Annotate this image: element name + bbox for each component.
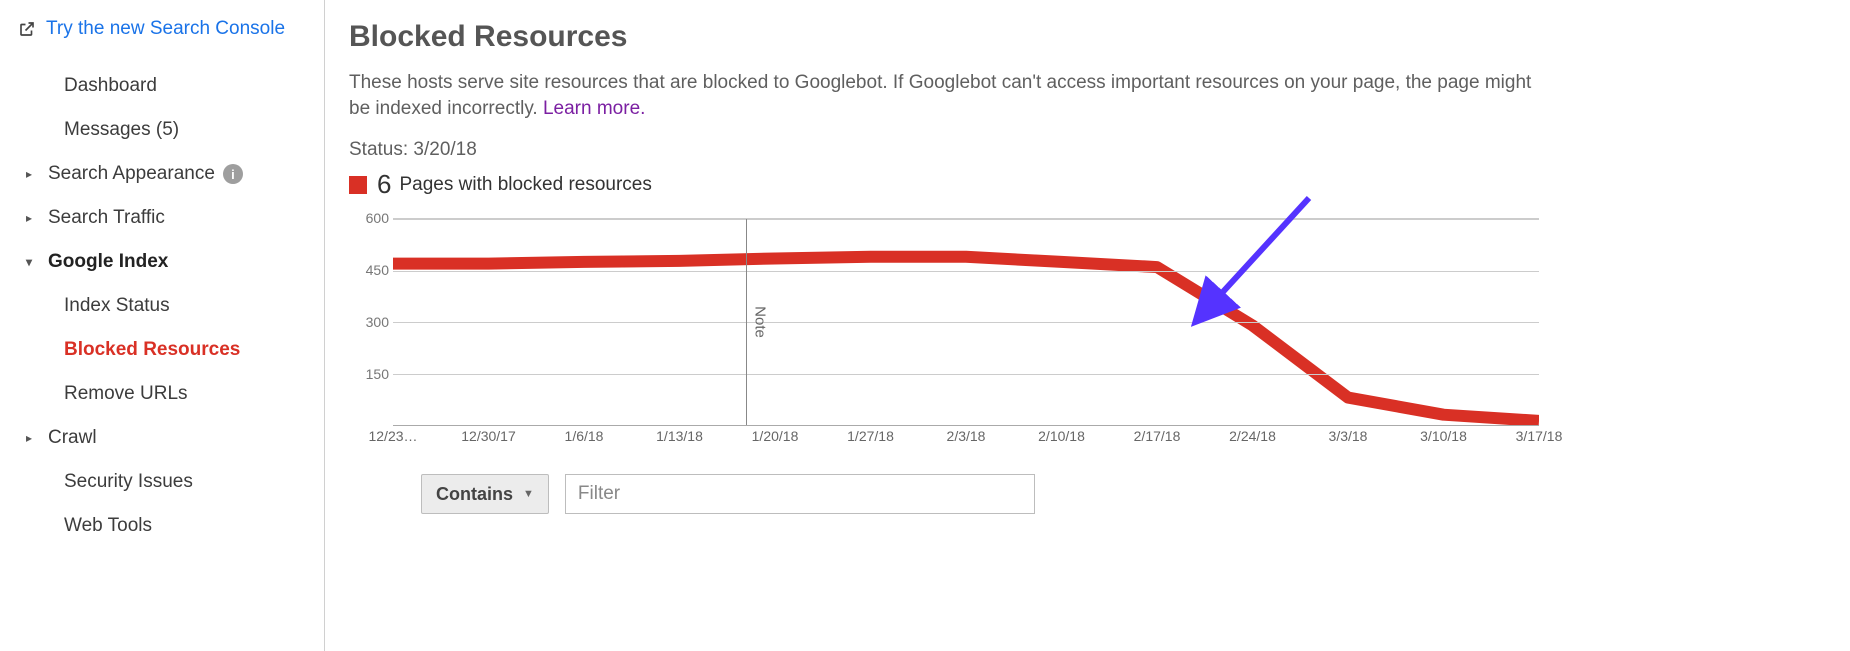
sidebar-item-security-issues[interactable]: Security Issues (18, 460, 324, 504)
caret-icon: ▸ (26, 431, 40, 445)
x-axis-labels: 12/23…12/30/171/6/181/13/181/20/181/27/1… (393, 428, 1539, 450)
sidebar-item-label: Web Tools (64, 515, 152, 537)
sidebar-item-index-status[interactable]: Index Status (18, 284, 324, 328)
page-description-text: These hosts serve site resources that ar… (349, 72, 1531, 119)
sidebar-item-label: Remove URLs (64, 383, 188, 405)
page-title: Blocked Resources (349, 20, 1826, 54)
x-axis-tick: 2/10/18 (1038, 428, 1085, 444)
chart-gridline (393, 322, 1539, 323)
chart-legend: 6 Pages with blocked resources (349, 169, 1826, 200)
info-icon: i (223, 164, 243, 184)
sidebar-item-messages-5[interactable]: Messages (5) (18, 108, 324, 152)
x-axis-tick: 3/17/18 (1516, 428, 1563, 444)
chart-annotation-label: Note (751, 306, 768, 338)
chart-gridline (393, 271, 1539, 272)
x-axis-tick: 2/3/18 (947, 428, 986, 444)
sidebar: Try the new Search Console Dashboard Mess… (0, 0, 325, 651)
learn-more-link[interactable]: Learn more. (543, 98, 645, 119)
chart-annotation-line: Note (746, 219, 747, 425)
x-axis-tick: 1/6/18 (565, 428, 604, 444)
annotation-arrow-icon (1169, 188, 1329, 348)
chart-gridline (393, 374, 1539, 375)
sidebar-item-label: Dashboard (64, 75, 157, 97)
caret-icon: ▸ (26, 211, 40, 225)
sidebar-item-label: Messages (5) (64, 119, 179, 141)
external-link-icon (18, 20, 36, 38)
chart-plot-area: Note (393, 218, 1539, 426)
sidebar-item-google-index[interactable]: ▾ Google Index (18, 240, 324, 284)
sidebar-item-label: Blocked Resources (64, 339, 240, 361)
legend-label: Pages with blocked resources (399, 174, 651, 196)
x-axis-tick: 1/27/18 (847, 428, 894, 444)
x-axis-tick: 2/17/18 (1134, 428, 1181, 444)
sidebar-item-label: Crawl (48, 427, 97, 449)
sidebar-item-remove-urls[interactable]: Remove URLs (18, 372, 324, 416)
caret-icon: ▸ (26, 167, 40, 181)
sidebar-item-blocked-resources[interactable]: Blocked Resources (18, 328, 324, 372)
x-axis-tick: 1/13/18 (656, 428, 703, 444)
x-axis-tick: 3/10/18 (1420, 428, 1467, 444)
x-axis-tick: 12/30/17 (461, 428, 516, 444)
x-axis-tick: 2/24/18 (1229, 428, 1276, 444)
y-axis-tick: 150 (366, 366, 389, 382)
sidebar-item-web-tools[interactable]: Web Tools (18, 504, 324, 548)
main-content: Blocked Resources These hosts serve site… (325, 0, 1850, 651)
sidebar-item-label: Google Index (48, 251, 168, 273)
y-axis-tick: 300 (366, 314, 389, 330)
caret-icon: ▾ (26, 255, 40, 269)
legend-swatch (349, 176, 367, 194)
sidebar-item-search-appearance[interactable]: ▸ Search Appearance i (18, 152, 324, 196)
chevron-down-icon: ▼ (523, 488, 534, 500)
sidebar-item-label: Search Traffic (48, 207, 165, 229)
sidebar-item-dashboard[interactable]: Dashboard (18, 64, 324, 108)
chart-gridline (393, 219, 1539, 220)
page-description: These hosts serve site resources that ar… (349, 70, 1549, 121)
try-new-console-label: Try the new Search Console (46, 18, 285, 40)
status-text: Status: 3/20/18 (349, 139, 1826, 161)
nav-list: Dashboard Messages (5) ▸ Search Appearance i… (18, 64, 324, 548)
chart: 150300450600 Note 12/23…12/30/171/6/181/… (349, 218, 1539, 450)
filter-input[interactable] (565, 474, 1035, 514)
x-axis-tick: 1/20/18 (752, 428, 799, 444)
sidebar-item-search-traffic[interactable]: ▸ Search Traffic (18, 196, 324, 240)
sidebar-item-crawl[interactable]: ▸ Crawl (18, 416, 324, 460)
filter-mode-dropdown[interactable]: Contains ▼ (421, 474, 549, 514)
x-axis-tick: 12/23… (368, 428, 417, 444)
sidebar-item-label: Security Issues (64, 471, 193, 493)
legend-count: 6 (377, 169, 391, 200)
try-new-console-link[interactable]: Try the new Search Console (18, 18, 324, 40)
y-axis-tick: 450 (366, 262, 389, 278)
sidebar-item-label: Search Appearance (48, 163, 215, 185)
filter-mode-label: Contains (436, 484, 513, 505)
sidebar-item-label: Index Status (64, 295, 170, 317)
filter-bar: Contains ▼ (349, 474, 1826, 514)
y-axis-tick: 600 (366, 210, 389, 226)
x-axis-tick: 3/3/18 (1329, 428, 1368, 444)
